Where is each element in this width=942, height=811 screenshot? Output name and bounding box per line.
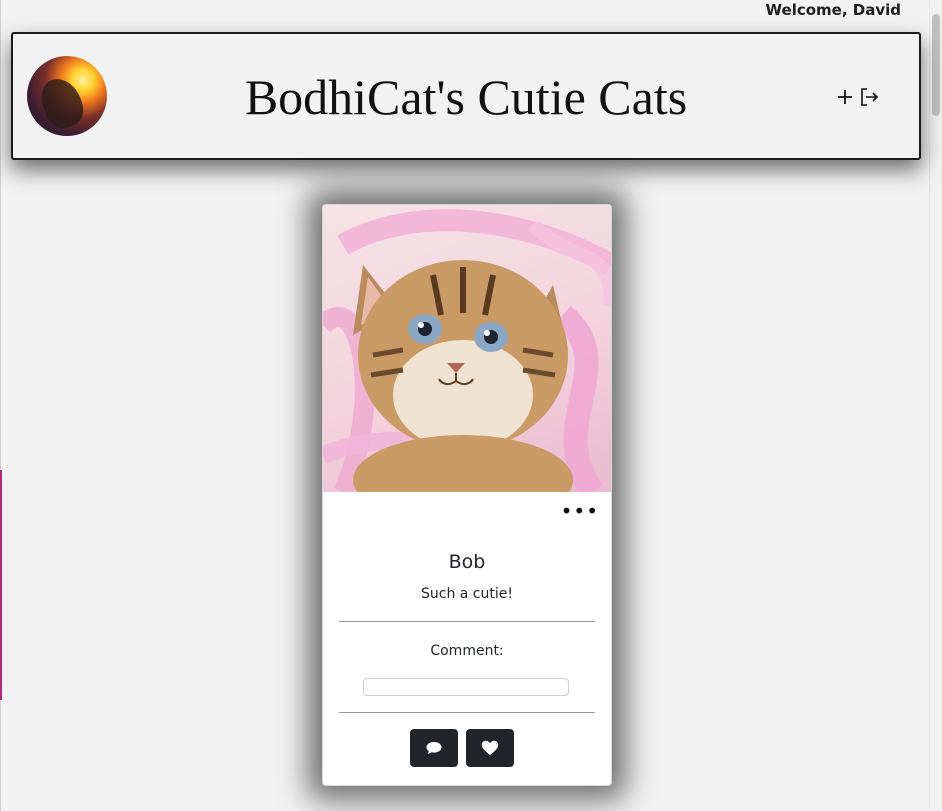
comment-label: Comment: xyxy=(430,643,504,659)
add-cat-button[interactable] xyxy=(835,86,855,108)
comment-button[interactable] xyxy=(410,729,458,767)
logout-button[interactable] xyxy=(859,86,879,108)
comment-icon xyxy=(426,742,442,754)
header-actions xyxy=(835,86,879,108)
heart-icon xyxy=(481,740,499,755)
scrollbar[interactable] xyxy=(929,0,942,811)
cat-name: Bob xyxy=(448,551,486,573)
cat-photo xyxy=(323,205,611,492)
comment-input[interactable] xyxy=(363,678,569,696)
divider xyxy=(339,621,595,622)
scrollbar-thumb[interactable] xyxy=(932,14,940,116)
site-header: BodhiCat's Cutie Cats xyxy=(11,32,921,160)
welcome-text: Welcome, David xyxy=(765,1,901,19)
cat-card: ••• Bob Such a cutie! Comment: xyxy=(322,204,612,786)
kitten-image xyxy=(323,209,611,492)
page-title: BodhiCat's Cutie Cats xyxy=(244,69,688,125)
ellipsis-icon[interactable]: ••• xyxy=(561,501,599,521)
logout-icon xyxy=(861,88,879,106)
divider xyxy=(339,712,595,713)
plus-icon xyxy=(838,90,852,104)
like-button[interactable] xyxy=(466,729,514,767)
page-edge-accent xyxy=(0,470,2,700)
cat-description: Such a cutie! xyxy=(421,586,513,602)
